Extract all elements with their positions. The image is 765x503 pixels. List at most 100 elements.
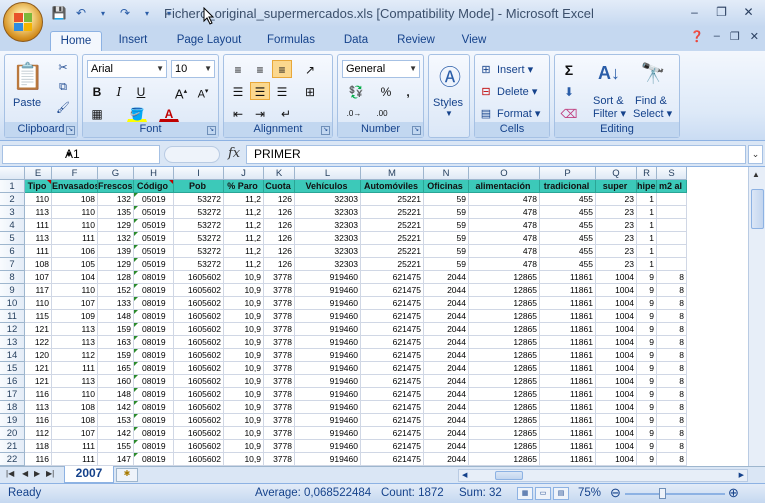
cell[interactable]	[657, 245, 687, 258]
column-header-k[interactable]: K	[264, 167, 295, 180]
undo-dropdown-icon[interactable]: ▾	[94, 4, 112, 22]
row-header[interactable]: 17	[0, 388, 25, 401]
cell[interactable]: 113	[52, 375, 98, 388]
cell[interactable]: 11861	[540, 427, 596, 440]
alignment-launcher-icon[interactable]: ↘	[321, 126, 330, 135]
find-select-icon[interactable]: 🔭	[637, 59, 669, 87]
cell[interactable]: 12865	[469, 388, 540, 401]
tab-data[interactable]: Data	[336, 31, 376, 51]
cell[interactable]: 148	[98, 388, 134, 401]
undo-icon[interactable]: ↶	[72, 4, 90, 22]
cell[interactable]: 59	[424, 193, 469, 206]
cell[interactable]: 3778	[264, 388, 295, 401]
next-sheet-icon[interactable]: ▶	[34, 469, 40, 478]
cell[interactable]: 621475	[361, 388, 424, 401]
cell[interactable]	[657, 232, 687, 245]
cell[interactable]: 9	[637, 284, 657, 297]
cell[interactable]: 08019	[134, 453, 174, 466]
cell[interactable]: 11861	[540, 440, 596, 453]
cell[interactable]: 113	[25, 206, 52, 219]
row-header[interactable]: 3	[0, 206, 25, 219]
column-header-q[interactable]: Q	[596, 167, 637, 180]
cell[interactable]: 113	[25, 401, 52, 414]
cell[interactable]: 919460	[295, 349, 361, 362]
ribbon-restore-button[interactable]: ❐	[730, 30, 740, 43]
cell[interactable]: 25221	[361, 232, 424, 245]
fill-icon[interactable]: ⬇	[559, 82, 579, 100]
borders-icon[interactable]: ▦	[87, 104, 107, 122]
cell[interactable]: 11861	[540, 271, 596, 284]
row-header[interactable]: 19	[0, 414, 25, 427]
cell[interactable]: 8	[657, 284, 687, 297]
cell[interactable]: 32303	[295, 258, 361, 271]
cell[interactable]: 621475	[361, 362, 424, 375]
cell[interactable]: 53272	[174, 258, 224, 271]
cell[interactable]: 12865	[469, 401, 540, 414]
cell[interactable]: 59	[424, 206, 469, 219]
cell[interactable]: 10,9	[224, 414, 264, 427]
cell[interactable]: 478	[469, 245, 540, 258]
cell[interactable]: 919460	[295, 453, 361, 466]
cell[interactable]: 3778	[264, 271, 295, 284]
cell[interactable]: 10,9	[224, 271, 264, 284]
column-header-r[interactable]: R	[637, 167, 657, 180]
cell[interactable]: 11861	[540, 310, 596, 323]
cell[interactable]: 159	[98, 323, 134, 336]
insert-function-button[interactable]: fx	[228, 146, 240, 161]
cell[interactable]: 2044	[424, 271, 469, 284]
cell[interactable]: 1605602	[174, 388, 224, 401]
select-button[interactable]: Select ▾	[633, 107, 672, 120]
cell[interactable]: 2044	[424, 453, 469, 466]
cell[interactable]: 126	[264, 193, 295, 206]
cell[interactable]: 1605602	[174, 414, 224, 427]
cell[interactable]: 132	[98, 193, 134, 206]
cell[interactable]: 1605602	[174, 284, 224, 297]
number-format-select[interactable]: General ▼	[342, 60, 420, 78]
cell[interactable]: 919460	[295, 362, 361, 375]
zoom-slider[interactable]	[625, 493, 725, 495]
cell[interactable]: 153	[98, 414, 134, 427]
cell[interactable]: 11,2	[224, 193, 264, 206]
cell[interactable]: 32303	[295, 193, 361, 206]
cell[interactable]: 2044	[424, 388, 469, 401]
cell[interactable]: 112	[52, 349, 98, 362]
cell[interactable]: 05019	[134, 258, 174, 271]
cell[interactable]: 113	[52, 336, 98, 349]
cell[interactable]: 621475	[361, 284, 424, 297]
sort-filter-icon[interactable]: A↓	[593, 59, 625, 87]
cell[interactable]: 9	[637, 388, 657, 401]
cell[interactable]: 10,9	[224, 427, 264, 440]
sort-button[interactable]: Sort &	[593, 95, 624, 107]
cell[interactable]: 12865	[469, 349, 540, 362]
shrink-font-button[interactable]: A▾	[193, 82, 213, 101]
cell[interactable]: 9	[637, 362, 657, 375]
cell[interactable]: 12865	[469, 453, 540, 466]
cell[interactable]: 1605602	[174, 323, 224, 336]
prev-sheet-icon[interactable]: ◀	[22, 469, 28, 478]
cell[interactable]: 919460	[295, 310, 361, 323]
cell[interactable]: 8	[657, 440, 687, 453]
cell[interactable]: 8	[657, 297, 687, 310]
cell[interactable]: 478	[469, 258, 540, 271]
cell[interactable]: 919460	[295, 388, 361, 401]
cell[interactable]: 621475	[361, 440, 424, 453]
cell[interactable]: 2044	[424, 310, 469, 323]
cell[interactable]: 2044	[424, 336, 469, 349]
cell[interactable]: 23	[596, 245, 637, 258]
formula-bar-splitter[interactable]	[164, 146, 220, 163]
cell[interactable]: 10,9	[224, 401, 264, 414]
increase-decimal-icon[interactable]: .0→	[342, 104, 366, 122]
scroll-left-icon[interactable]: ◀	[462, 471, 467, 479]
insert-cells-icon[interactable]: ⊞	[478, 61, 494, 77]
font-color-icon[interactable]: A	[159, 104, 179, 122]
number-launcher-icon[interactable]: ↘	[412, 126, 421, 135]
header-cell[interactable]: Automóviles	[361, 180, 424, 193]
cell[interactable]: 11,2	[224, 245, 264, 258]
cell[interactable]: 132	[98, 232, 134, 245]
vertical-scrollbar[interactable]: ▲	[748, 167, 765, 466]
header-cell[interactable]: Cuota	[264, 180, 295, 193]
cell[interactable]: 105	[52, 258, 98, 271]
wrap-text-icon[interactable]: ↵	[276, 104, 296, 122]
cell[interactable]	[657, 206, 687, 219]
cell[interactable]: 455	[540, 245, 596, 258]
